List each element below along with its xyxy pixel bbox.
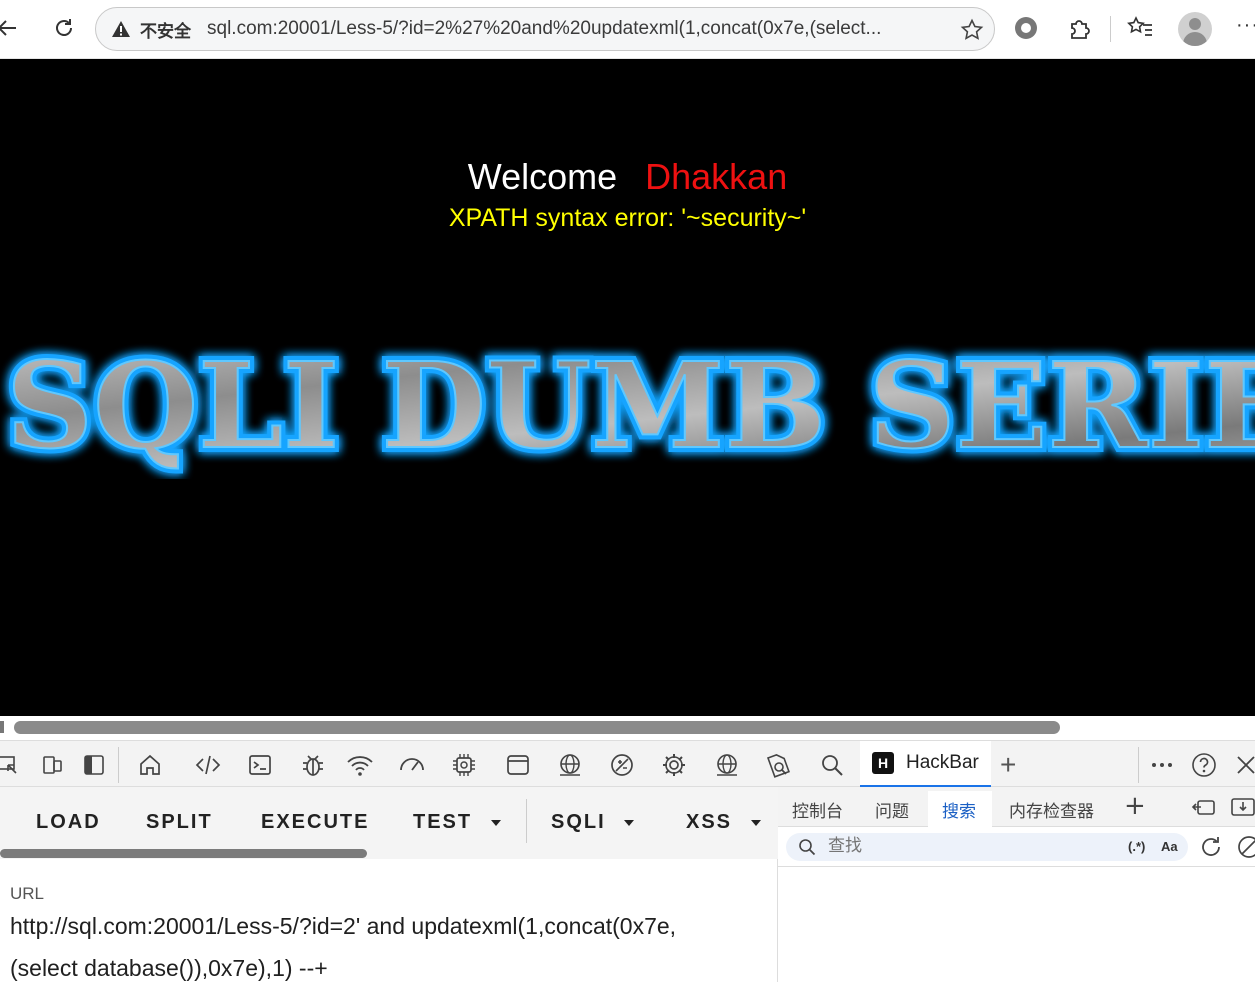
banner-text: SQLI DUMB SERIE	[6, 336, 1255, 475]
devtools-divider	[118, 747, 119, 783]
settings-gear-icon[interactable]	[660, 751, 688, 779]
devtools-drawer: 控制台 问题 搜索 内存检查器 + (.*) Aa	[778, 787, 1255, 982]
hackbar-button-row: LOAD SPLIT EXECUTE TEST SQLI XSS	[0, 787, 778, 859]
back-arrow-icon	[0, 20, 16, 36]
search-icon[interactable]	[818, 751, 846, 779]
insecure-label[interactable]: 不安全	[140, 17, 191, 42]
clear-icon[interactable]	[1236, 834, 1255, 865]
split-button[interactable]: SPLIT	[146, 811, 213, 834]
button-row-scrollbar[interactable]	[0, 849, 367, 858]
devtools-divider	[1138, 747, 1139, 783]
drawer-tab-bar: 控制台 问题 搜索 内存检查器 +	[778, 787, 1255, 827]
chevron-down-icon[interactable]	[624, 820, 634, 826]
add-tab-plus-icon[interactable]: +	[1000, 749, 1016, 781]
chevron-down-icon[interactable]	[751, 820, 761, 826]
match-case-toggle[interactable]: Aa	[1161, 839, 1178, 854]
dock-bottom-icon[interactable]	[1230, 795, 1255, 824]
performance-gauge-icon[interactable]	[398, 751, 426, 779]
inspect-element-icon[interactable]	[0, 751, 22, 779]
address-bar[interactable]: 不安全 sql.com:20001/Less-5/?id=2%27%20and%…	[95, 7, 995, 51]
profile-avatar[interactable]	[1178, 12, 1212, 46]
reload-icon	[56, 19, 72, 36]
sources-globe-icon[interactable]	[713, 751, 741, 779]
warning-icon	[110, 18, 132, 40]
device-emulation-icon[interactable]	[38, 751, 66, 779]
tab-search[interactable]: 搜索	[942, 797, 976, 822]
regex-toggle[interactable]: (.*)	[1128, 839, 1145, 854]
extensions-icon[interactable]	[1064, 12, 1096, 44]
page-horizontal-scrollbar[interactable]	[0, 716, 1255, 740]
scrollbar-thumb[interactable]	[14, 721, 1060, 734]
welcome-text: Welcome	[467, 156, 618, 197]
button-divider	[526, 799, 527, 843]
search-icon	[799, 839, 816, 856]
scroll-left-arrow[interactable]	[0, 721, 4, 733]
devtools-more-icon[interactable]	[1148, 751, 1176, 779]
tab-memory-inspector[interactable]: 内存检查器	[1009, 797, 1094, 822]
tab-console[interactable]: 控制台	[792, 797, 843, 822]
search-box[interactable]: (.*) Aa	[786, 833, 1188, 861]
chevron-down-icon[interactable]	[491, 820, 501, 826]
welcome-line: Welcome Dhakkan	[0, 156, 1255, 198]
undock-icon[interactable]	[1190, 795, 1216, 824]
refresh-icon[interactable]	[1198, 834, 1224, 865]
network-wifi-icon[interactable]	[346, 751, 374, 779]
execute-button[interactable]: EXECUTE	[261, 811, 369, 834]
help-icon[interactable]	[1190, 751, 1218, 779]
tab-hackbar[interactable]: H HackBar	[860, 741, 991, 788]
page-content: Welcome Dhakkan XPATH syntax error: '~sec…	[0, 59, 1255, 716]
hackbar-logo-icon: H	[872, 752, 894, 774]
tab-issues[interactable]: 问题	[875, 797, 909, 822]
elements-code-icon[interactable]	[194, 751, 222, 779]
welcome-home-icon[interactable]	[136, 751, 164, 779]
xss-dropdown-button[interactable]: XSS	[686, 811, 732, 834]
welcome-name: Dhakkan	[645, 156, 788, 197]
sqli-dumb-series-banner: SQLI DUMB SERIE SQLI DUMB SERIE	[1, 331, 1255, 479]
add-drawer-tab-plus-icon[interactable]: +	[1124, 791, 1146, 821]
security-icon[interactable]	[608, 751, 636, 779]
toolbar-divider	[1110, 16, 1111, 42]
sqli-dropdown-button[interactable]: SQLI	[551, 811, 606, 834]
toggle-sidebar-icon[interactable]	[80, 751, 108, 779]
load-button[interactable]: LOAD	[36, 811, 101, 834]
favorite-star-icon[interactable]	[960, 18, 984, 42]
url-field-label: URL	[10, 884, 45, 903]
url-textarea[interactable]: http://sql.com:20001/Less-5/?id=2' and u…	[10, 905, 750, 982]
search-document-icon[interactable]	[764, 751, 792, 779]
hackbar-panel: LOAD SPLIT EXECUTE TEST SQLI XSS URL htt…	[0, 787, 778, 982]
more-menu-icon[interactable]: ···	[1236, 14, 1255, 37]
network-conditions-globe-icon[interactable]	[556, 751, 584, 779]
hackbar-tab-label: HackBar	[906, 752, 979, 773]
application-window-icon[interactable]	[504, 751, 532, 779]
search-input[interactable]	[828, 836, 1108, 856]
record-icon[interactable]	[1010, 12, 1042, 44]
console-icon[interactable]	[246, 751, 274, 779]
address-url[interactable]: sql.com:20001/Less-5/?id=2%27%20and%20up…	[207, 18, 947, 40]
xpath-error-message: XPATH syntax error: '~security~'	[448, 204, 807, 232]
back-button[interactable]	[0, 10, 26, 46]
reload-button[interactable]	[46, 10, 82, 46]
memory-chip-icon[interactable]	[450, 751, 478, 779]
favorites-icon[interactable]	[1124, 12, 1156, 44]
devtools-toolbar: H HackBar +	[0, 740, 1255, 788]
browser-toolbar: 不安全 sql.com:20001/Less-5/?id=2%27%20and%…	[0, 0, 1255, 59]
debugger-bug-icon[interactable]	[299, 751, 327, 779]
search-row: (.*) Aa	[778, 827, 1255, 867]
test-dropdown-button[interactable]: TEST	[413, 811, 472, 834]
close-devtools-icon[interactable]	[1232, 751, 1255, 779]
